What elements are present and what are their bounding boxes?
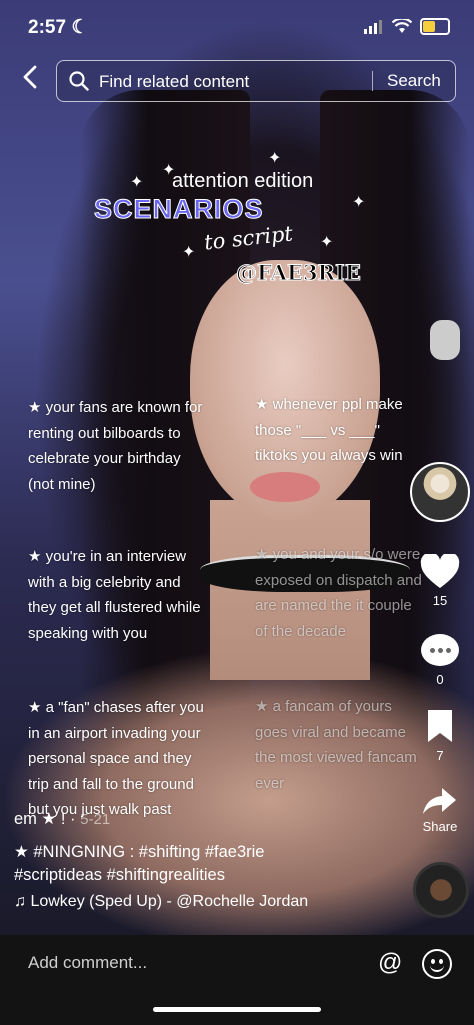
- title-overlay: ✦ ✦ ✦ ✦ ✦ ✦ attention edition SCENARIOS …: [0, 150, 474, 300]
- like-button[interactable]: 15: [410, 552, 470, 608]
- search-input[interactable]: [97, 61, 371, 103]
- home-indicator: [153, 1007, 321, 1012]
- sparkle-icon: ✦: [352, 194, 366, 211]
- scenario-text: ★ you and your s/o were exposed on dispa…: [255, 546, 422, 640]
- sparkle-icon: ✦: [320, 234, 334, 251]
- music-disc[interactable]: [413, 862, 469, 918]
- caption: em ★ ! · 5-21 ★ #NINGNING : #shifting #f…: [14, 808, 404, 887]
- comment-button[interactable]: 0: [410, 634, 470, 687]
- moon-icon: ☾: [71, 17, 89, 38]
- battery-icon: [420, 18, 450, 35]
- overlay-line1: attention edition: [172, 170, 314, 192]
- top-bar: Search: [0, 58, 474, 104]
- share-icon: [423, 788, 456, 814]
- wifi-icon: [392, 19, 412, 33]
- scenario-text: ★ a "fan" chases after you in an airport…: [28, 699, 204, 818]
- heart-icon: [420, 552, 460, 588]
- overlay-handle: @FAE3RIE: [236, 260, 362, 286]
- lips-decor: [250, 472, 320, 502]
- bookmark-icon: [428, 710, 452, 742]
- mention-button[interactable]: @: [378, 949, 402, 977]
- music-label[interactable]: ♫ Lowkey (Sped Up) - @Rochelle Jordan: [14, 893, 308, 911]
- save-count: 7: [436, 748, 444, 763]
- back-button[interactable]: [14, 64, 46, 98]
- chevron-left-icon: [23, 65, 37, 89]
- status-time: 2:57 ☾: [28, 17, 89, 38]
- sparkle-icon: ✦: [130, 174, 144, 191]
- emoji-icon[interactable]: [422, 949, 452, 979]
- comment-bar: Add comment... @: [0, 935, 474, 1025]
- sparkle-icon: ✦: [268, 150, 282, 167]
- creator-avatar[interactable]: [410, 462, 470, 522]
- caption-user-line[interactable]: em ★ ! · 5-21: [14, 808, 404, 831]
- creator-name: em ★ !: [14, 810, 66, 828]
- earpiece-decor: [430, 320, 460, 360]
- share-button[interactable]: Share: [410, 786, 470, 834]
- comment-icon: [421, 634, 459, 666]
- overlay-title: SCENARIOS: [94, 194, 264, 225]
- status-icons: [364, 18, 450, 35]
- share-label: Share: [422, 819, 458, 834]
- add-comment-input[interactable]: Add comment...: [28, 953, 147, 973]
- scenario-text: ★ a fancam of yours goes viral and becam…: [255, 698, 417, 792]
- search-divider: [372, 71, 373, 91]
- overlay-subtitle: to script: [202, 221, 294, 255]
- search-button[interactable]: Search: [387, 71, 441, 91]
- save-button[interactable]: 7: [410, 710, 470, 763]
- search-icon: [69, 71, 89, 91]
- signal-icon: [364, 19, 382, 34]
- scenario-text: ★ you're in an interview with a big cele…: [28, 548, 201, 642]
- comment-count: 0: [436, 672, 444, 687]
- caption-text: ★ #NINGNING : #shifting #fae3rie: [14, 843, 265, 861]
- video-screen[interactable]: 2:57 ☾ Search ✦ ✦ ✦ ✦ ✦ ✦ attention edit…: [0, 0, 474, 1025]
- status-bar: 2:57 ☾: [0, 0, 474, 50]
- sparkle-icon: ✦: [182, 244, 196, 261]
- post-date: 5-21: [80, 811, 111, 828]
- caption-text: #scriptideas #shiftingrealities: [14, 866, 225, 884]
- search-box[interactable]: Search: [56, 60, 456, 103]
- scenario-text: ★ your fans are known for renting out bi…: [28, 399, 203, 493]
- like-count: 15: [432, 593, 448, 608]
- scenario-text: ★ whenever ppl make those "___ vs ___" t…: [255, 396, 403, 464]
